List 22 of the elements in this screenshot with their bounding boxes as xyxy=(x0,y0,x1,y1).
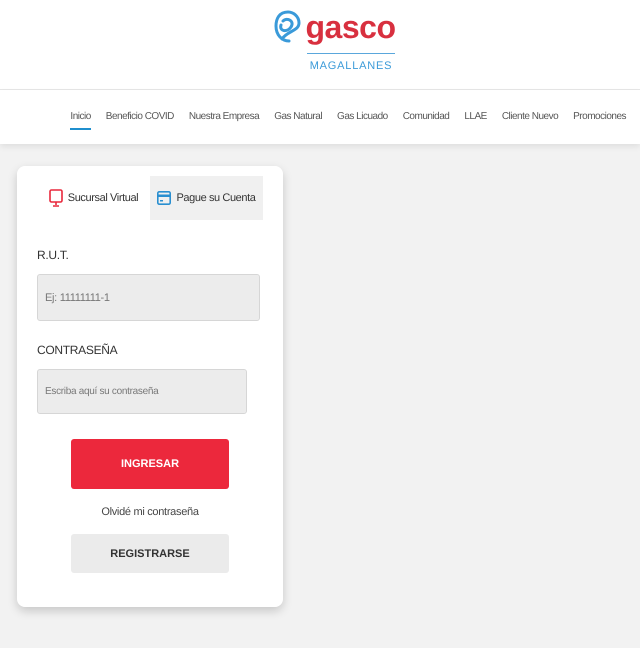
nav-link[interactable]: Gas Natural xyxy=(274,104,322,130)
nav-link[interactable]: Gas Licuado xyxy=(337,104,388,130)
nav-link[interactable]: Inicio xyxy=(70,104,91,130)
nav-link[interactable]: Cliente Nuevo xyxy=(502,104,558,130)
monitor-icon xyxy=(48,189,63,207)
logo-wordmark: gasco xyxy=(306,8,396,47)
nav-link[interactable]: Comunidad xyxy=(402,104,450,130)
nav-link[interactable]: Nuestra Empresa xyxy=(188,104,260,130)
logo-region: MAGALLANES xyxy=(306,53,396,72)
field-label: R.U.T. xyxy=(37,248,70,262)
card-icon xyxy=(157,191,172,205)
nav-link[interactable]: LLAE xyxy=(464,104,487,130)
nav-link[interactable]: Promociones xyxy=(573,104,626,130)
nav-link[interactable]: Beneficio COVID xyxy=(106,104,174,130)
logo-swirl-icon xyxy=(272,9,302,45)
login-tab[interactable]: Pague su Cuenta xyxy=(150,176,263,220)
login-button[interactable]: INGRESAR xyxy=(71,439,229,489)
field-label: CONTRASEÑA xyxy=(37,343,118,357)
input-field[interactable]: Ej: 11111111-1 xyxy=(37,274,260,321)
register-button[interactable]: REGISTRARSE xyxy=(71,534,229,573)
forgot-password-link[interactable]: Olvidé mi contraseña xyxy=(101,506,199,518)
input-field[interactable]: Escriba aquí su contraseña xyxy=(37,369,247,414)
